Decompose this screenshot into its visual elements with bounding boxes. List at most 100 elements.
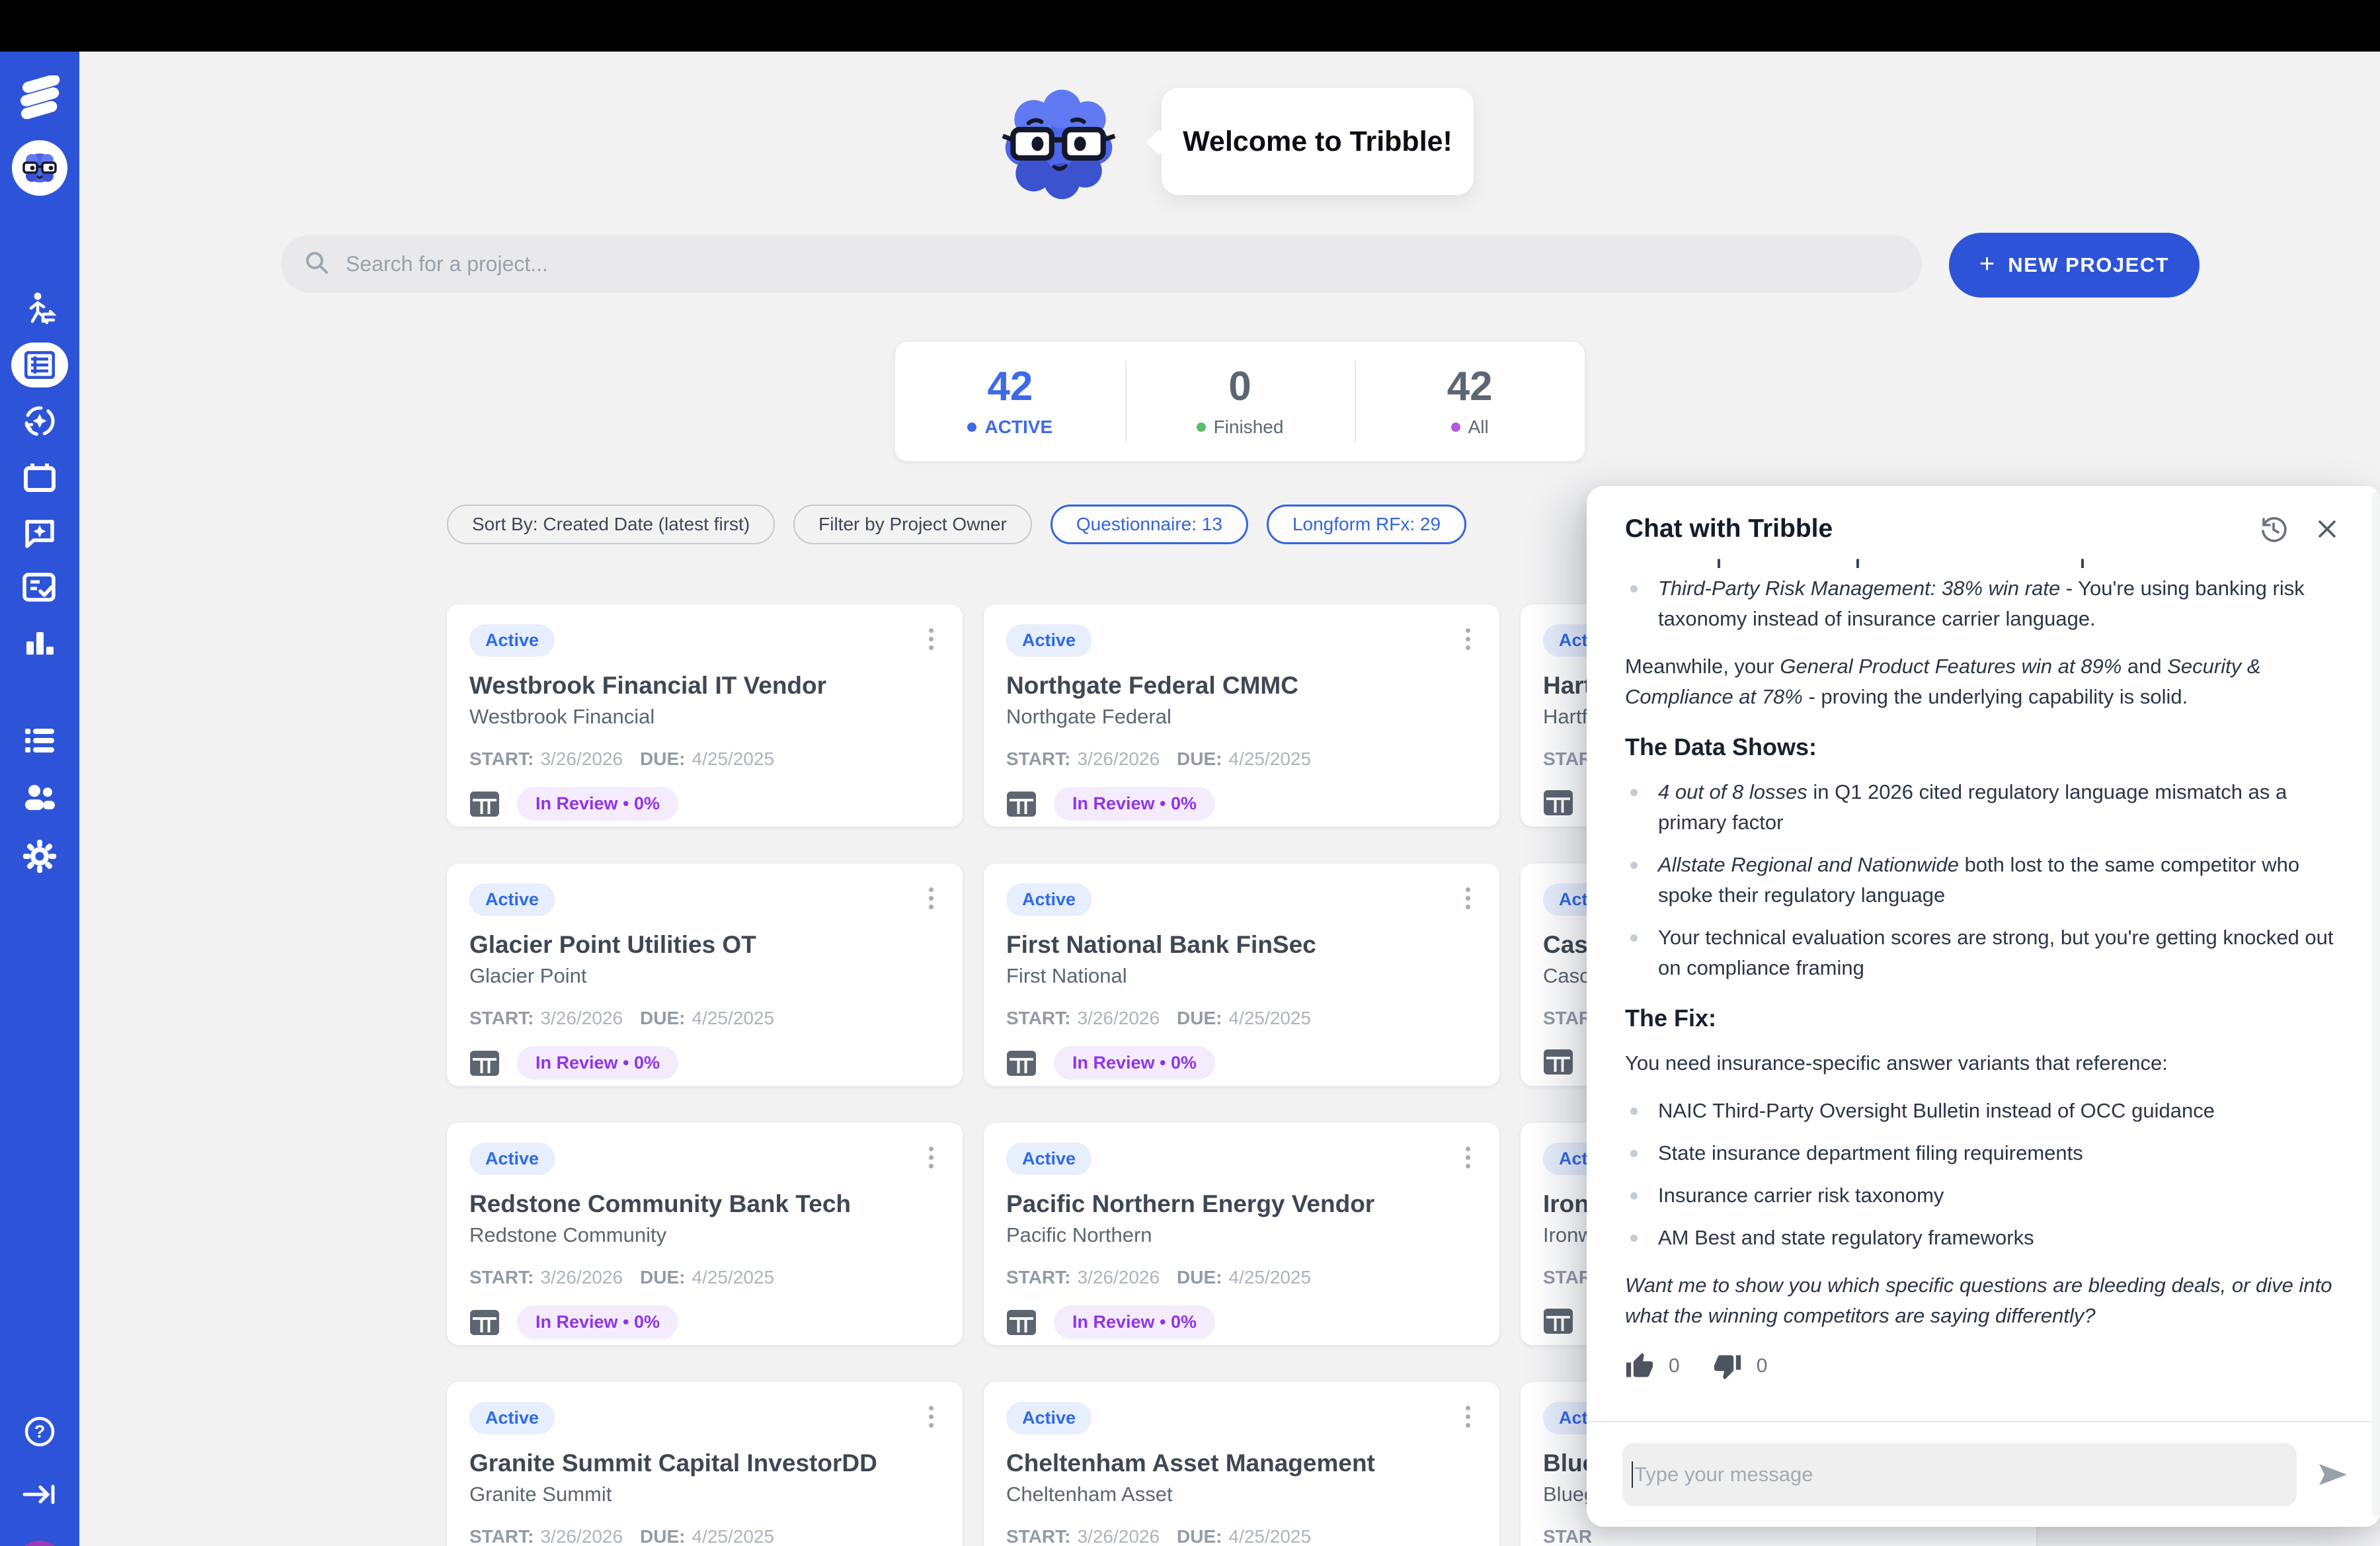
status-badge: Active bbox=[469, 1143, 555, 1175]
table-view-icon[interactable] bbox=[1543, 1307, 1573, 1335]
chat-message-input[interactable] bbox=[1634, 1463, 2282, 1486]
agent-handoff-icon[interactable] bbox=[0, 291, 79, 327]
chat-section-heading: The Fix: bbox=[1625, 1003, 2338, 1034]
new-project-button[interactable]: + NEW PROJECT bbox=[1949, 233, 2200, 298]
project-card[interactable]: Active Glacier Point Utilities OT Glacie… bbox=[447, 864, 963, 1086]
kebab-menu-icon[interactable] bbox=[922, 1143, 940, 1172]
chat-closing-question: Want me to show you which specific quest… bbox=[1625, 1270, 2338, 1331]
project-subtitle: Glacier Point bbox=[469, 964, 940, 988]
filter-owner-pill[interactable]: Filter by Project Owner bbox=[793, 505, 1032, 544]
progress-badge: In Review • 0% bbox=[1054, 1046, 1215, 1080]
stat-finished-value: 0 bbox=[1228, 365, 1251, 409]
table-view-icon[interactable] bbox=[469, 790, 500, 818]
table-view-icon[interactable] bbox=[1543, 789, 1573, 817]
send-icon[interactable] bbox=[2314, 1456, 2351, 1493]
chat-scrollbar[interactable] bbox=[2372, 491, 2380, 1516]
stat-all-value: 42 bbox=[1447, 365, 1493, 409]
stat-finished[interactable]: 0 Finished bbox=[1125, 342, 1355, 461]
chat-bullet: Your technical evaluation scores are str… bbox=[1625, 922, 2338, 983]
history-icon[interactable] bbox=[2258, 514, 2289, 544]
table-view-icon[interactable] bbox=[469, 1309, 500, 1336]
search-icon bbox=[302, 248, 331, 280]
project-card[interactable]: Active Pacific Northern Energy Vendor Pa… bbox=[984, 1123, 1499, 1345]
project-stats-card: 42 ACTIVE 0 Finished 42 All bbox=[894, 341, 1585, 462]
chat-paragraph: You need insurance-specific answer varia… bbox=[1625, 1048, 2338, 1078]
kebab-menu-icon[interactable] bbox=[922, 624, 940, 654]
stat-active[interactable]: 42 ACTIVE bbox=[895, 342, 1125, 461]
project-subtitle: Pacific Northern bbox=[1006, 1223, 1477, 1247]
tribble-avatar-icon[interactable] bbox=[0, 140, 79, 196]
user-initials: TK bbox=[14, 1541, 65, 1546]
bar-chart-icon[interactable] bbox=[0, 628, 79, 660]
progress-badge: In Review • 0% bbox=[1054, 787, 1215, 821]
progress-badge: In Review • 0% bbox=[517, 787, 678, 821]
tribble-logo-icon[interactable] bbox=[0, 75, 79, 119]
table-view-icon[interactable] bbox=[469, 1049, 500, 1077]
project-title: Westbrook Financial IT Vendor bbox=[469, 672, 940, 700]
project-card[interactable]: Active Redstone Community Bank Tech Reds… bbox=[447, 1123, 963, 1345]
project-subtitle: Granite Summit bbox=[469, 1483, 940, 1506]
welcome-title: Welcome to Tribble! bbox=[1183, 126, 1452, 158]
project-card[interactable]: Active Northgate Federal CMMC Northgate … bbox=[984, 604, 1499, 827]
project-dates: START:3/26/2026DUE:4/25/2025 bbox=[1006, 749, 1477, 770]
sidebar-item-projects-active[interactable] bbox=[0, 343, 79, 387]
longform-rfx-pill[interactable]: Longform RFx: 29 bbox=[1267, 505, 1466, 544]
project-dates: START:3/26/2026DUE:4/25/2025 bbox=[469, 749, 940, 770]
chat-sparkle-icon[interactable] bbox=[0, 516, 79, 550]
chat-bullet: Third-Party Risk Management: 38% win rat… bbox=[1625, 573, 2338, 634]
status-badge: Active bbox=[469, 624, 555, 657]
project-title: First National Bank FinSec bbox=[1006, 931, 1477, 959]
project-card[interactable]: Active Cheltenham Asset Management Chelt… bbox=[984, 1382, 1499, 1546]
chat-bullet: Insurance carrier risk taxonomy bbox=[1625, 1180, 2338, 1211]
project-dates: START:3/26/2026DUE:4/25/2025 bbox=[1006, 1526, 1477, 1546]
table-view-icon[interactable] bbox=[1543, 1048, 1573, 1076]
stat-active-label: ACTIVE bbox=[984, 417, 1052, 438]
clipped-text-line bbox=[1625, 556, 2338, 568]
project-subtitle: Northgate Federal bbox=[1006, 705, 1477, 729]
kebab-menu-icon[interactable] bbox=[922, 1402, 940, 1432]
checklist-icon[interactable] bbox=[0, 571, 79, 603]
stat-all[interactable]: 42 All bbox=[1355, 342, 1585, 461]
status-badge: Active bbox=[1006, 883, 1091, 916]
project-title: Northgate Federal CMMC bbox=[1006, 672, 1477, 700]
thumbs-up-icon[interactable] bbox=[1625, 1352, 1654, 1381]
kebab-menu-icon[interactable] bbox=[1459, 883, 1477, 913]
top-bar bbox=[0, 0, 2380, 52]
people-icon[interactable] bbox=[0, 783, 79, 813]
tribble-mascot bbox=[995, 81, 1124, 203]
kebab-menu-icon[interactable] bbox=[1459, 624, 1477, 654]
thumbs-down-icon[interactable] bbox=[1713, 1352, 1742, 1381]
search-input[interactable] bbox=[346, 252, 1866, 276]
project-dates: START:3/26/2026DUE:4/25/2025 bbox=[469, 1526, 940, 1546]
welcome-bubble: Welcome to Tribble! bbox=[1162, 88, 1474, 195]
progress-badge: In Review • 0% bbox=[517, 1046, 678, 1080]
active-dot bbox=[967, 423, 976, 432]
calendar-icon[interactable] bbox=[0, 460, 79, 495]
settings-gear-icon[interactable] bbox=[0, 838, 79, 874]
user-avatar[interactable]: TK bbox=[0, 1541, 79, 1546]
chat-paragraph: Meanwhile, your General Product Features… bbox=[1625, 651, 2338, 712]
table-view-icon[interactable] bbox=[1006, 1049, 1037, 1077]
project-card[interactable]: Active Westbrook Financial IT Vendor Wes… bbox=[447, 604, 963, 827]
chat-bullet: Allstate Regional and Nationwide both lo… bbox=[1625, 850, 2338, 911]
logout-icon[interactable] bbox=[0, 1481, 79, 1508]
table-view-icon[interactable] bbox=[1006, 790, 1037, 818]
close-icon[interactable] bbox=[2314, 516, 2340, 542]
app-root: ? TK bbox=[0, 0, 2380, 1546]
kebab-menu-icon[interactable] bbox=[1459, 1402, 1477, 1432]
sync-sparkle-icon[interactable] bbox=[0, 403, 79, 439]
project-title: Redstone Community Bank Tech bbox=[469, 1190, 940, 1218]
thumbs-down-count: 0 bbox=[1757, 1351, 1768, 1381]
sort-by-pill[interactable]: Sort By: Created Date (latest first) bbox=[447, 505, 775, 544]
all-dot bbox=[1451, 423, 1460, 432]
project-card[interactable]: Active First National Bank FinSec First … bbox=[984, 864, 1499, 1086]
chat-bullet: 4 out of 8 losses in Q1 2026 cited regul… bbox=[1625, 777, 2338, 838]
project-card[interactable]: Active Granite Summit Capital InvestorDD… bbox=[447, 1382, 963, 1546]
menu-list-icon[interactable] bbox=[0, 726, 79, 755]
kebab-menu-icon[interactable] bbox=[1459, 1143, 1477, 1172]
project-title: Glacier Point Utilities OT bbox=[469, 931, 940, 959]
questionnaire-pill[interactable]: Questionnaire: 13 bbox=[1051, 505, 1248, 544]
help-icon[interactable]: ? bbox=[0, 1415, 79, 1448]
kebab-menu-icon[interactable] bbox=[922, 883, 940, 913]
table-view-icon[interactable] bbox=[1006, 1309, 1037, 1336]
